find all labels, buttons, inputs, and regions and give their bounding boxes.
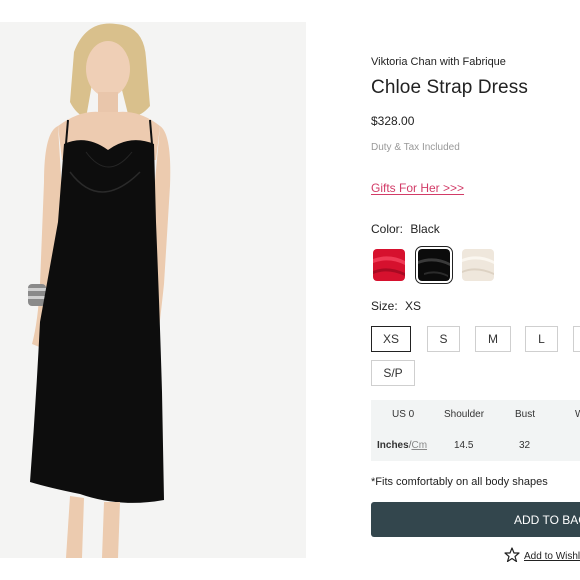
size-option-l[interactable]: L bbox=[525, 326, 558, 352]
duty-note: Duty & Tax Included bbox=[371, 142, 460, 153]
size-option-partial[interactable] bbox=[573, 326, 580, 352]
color-selector-label: Color: Black bbox=[371, 222, 440, 236]
bust-value: 32 bbox=[519, 440, 531, 451]
size-option-s-p[interactable]: S/P bbox=[371, 360, 415, 386]
product-image bbox=[0, 22, 306, 558]
fit-note: *Fits comfortably on all body shapes bbox=[371, 476, 548, 488]
size-chart-header-shoulder: Shoulder bbox=[444, 409, 485, 420]
unit-toggle[interactable]: Inches/Cm bbox=[377, 440, 427, 451]
size-option-m[interactable]: M bbox=[475, 326, 511, 352]
swatch-red-fabric bbox=[373, 249, 405, 281]
size-option-xs[interactable]: XS bbox=[371, 326, 411, 352]
star-icon[interactable] bbox=[504, 547, 520, 563]
size-label: Size: bbox=[371, 299, 398, 313]
add-to-bag-label: ADD TO BAG bbox=[514, 512, 580, 527]
size-selector-label: Size: XS bbox=[371, 299, 421, 313]
color-label: Color: bbox=[371, 222, 404, 236]
brand-name: Viktoria Chan with Fabrique bbox=[371, 56, 506, 68]
add-to-bag-button[interactable]: ADD TO BAG bbox=[371, 502, 580, 537]
product-title: Chloe Strap Dress bbox=[371, 77, 528, 98]
color-swatch-red[interactable] bbox=[373, 249, 405, 281]
unit-cm[interactable]: Cm bbox=[411, 440, 427, 451]
size-option-s[interactable]: S bbox=[427, 326, 460, 352]
size-chart-header-waist: W bbox=[575, 409, 580, 420]
color-swatch-cream[interactable] bbox=[462, 249, 494, 281]
color-swatch-black[interactable] bbox=[415, 246, 453, 284]
swatch-cream-fabric bbox=[462, 249, 494, 281]
size-chart-header-bust: Bust bbox=[515, 409, 536, 420]
selected-color: Black bbox=[410, 222, 440, 236]
add-to-wishlist[interactable]: Add to Wishl bbox=[504, 547, 580, 563]
model-illustration bbox=[0, 22, 306, 558]
swatch-black-fabric bbox=[418, 249, 450, 281]
size-chart-header-size: US 0 bbox=[392, 409, 415, 420]
unit-inches[interactable]: Inches bbox=[377, 440, 409, 451]
product-info-panel: Viktoria Chan with Fabrique Chloe Strap … bbox=[371, 0, 580, 580]
selected-size: XS bbox=[405, 299, 422, 313]
shoulder-value: 14.5 bbox=[454, 440, 474, 451]
gifts-for-her-link[interactable]: Gifts For Her >>> bbox=[371, 181, 464, 195]
product-price: $328.00 bbox=[371, 114, 415, 128]
wishlist-label[interactable]: Add to Wishl bbox=[524, 551, 580, 562]
size-chart: US 0 Shoulder Bust W Inches/Cm 14.5 32 bbox=[371, 400, 580, 461]
